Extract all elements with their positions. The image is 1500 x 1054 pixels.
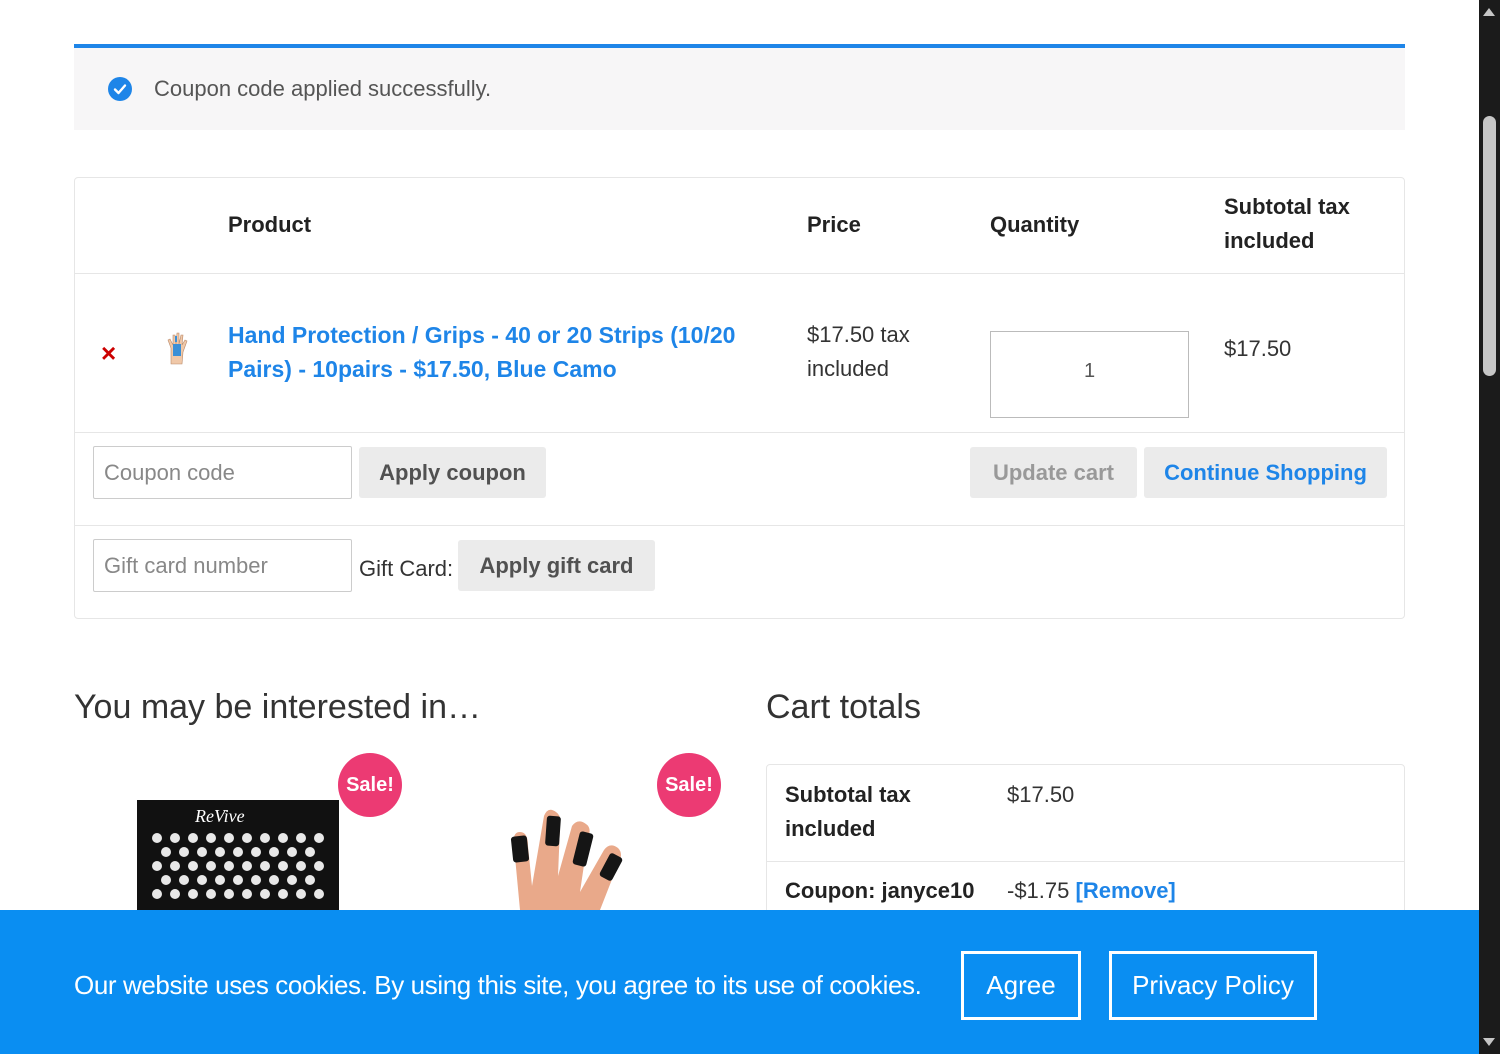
notice-message: Coupon code applied successfully. [154,76,492,101]
cookie-message: Our website uses cookies. By using this … [74,970,922,1000]
totals-subtotal-label: Subtotal tax included [785,782,911,841]
cart-totals-heading: Cart totals [766,688,921,726]
coupon-success-notice: Coupon code applied successfully. [74,44,1405,130]
cart-item-row: × Hand Protection / Grips - 40 or 20 Str… [75,274,1404,433]
totals-coupon-value: -$1.75 [1007,878,1070,903]
header-product: Product [228,212,312,237]
totals-subtotal-value: $17.50 [1007,782,1075,807]
update-cart-button[interactable]: Update cart [970,447,1137,498]
coupon-code-input[interactable]: Coupon code [93,446,352,499]
product-name-link[interactable]: Hand Protection / Grips - 40 or 20 Strip… [228,318,748,386]
gift-card-label: Gift Card: [359,556,454,581]
totals-coupon-label: Coupon: janyce10 [785,878,975,903]
upsell-product-1-image[interactable]: ReVive [133,798,343,910]
page-scrollbar[interactable] [1479,0,1500,1054]
header-price: Price [807,212,861,237]
item-subtotal: $17.50 [1224,336,1292,361]
remove-coupon-link[interactable]: [Remove] [1076,878,1176,903]
cart-table: Product Price Quantity Subtotal tax incl… [74,177,1405,619]
cookie-banner: Our website uses cookies. By using this … [0,910,1479,1054]
privacy-policy-button[interactable]: Privacy Policy [1109,951,1317,1020]
gift-card-row: Gift card number Gift Card: Apply gift c… [75,526,1404,618]
item-price: $17.50 tax included [807,322,910,381]
upsell-heading: You may be interested in… [74,688,481,726]
quantity-input[interactable]: 1 [990,331,1189,418]
cart-table-header: Product Price Quantity Subtotal tax incl… [75,178,1404,274]
sale-badge-2: Sale! [657,753,721,817]
totals-subtotal-row: Subtotal tax included $17.50 [767,765,1404,862]
scrollbar-thumb[interactable] [1483,116,1496,376]
totals-coupon-value-wrap: -$1.75 [Remove] [1007,874,1176,908]
cart-actions: Coupon code Apply coupon Update cart Con… [75,433,1404,526]
continue-shopping-button[interactable]: Continue Shopping [1144,447,1387,498]
upsell-product-1-logo: ReVive [194,806,245,826]
apply-coupon-button[interactable]: Apply coupon [359,447,546,498]
apply-gift-card-button[interactable]: Apply gift card [458,540,655,591]
scroll-down-icon[interactable] [1483,1038,1495,1046]
product-thumbnail[interactable] [163,330,191,366]
cookie-agree-button[interactable]: Agree [961,951,1081,1020]
header-subtotal: Subtotal tax included [1224,194,1350,253]
sale-badge-1: Sale! [338,753,402,817]
remove-item-icon[interactable]: × [101,338,116,369]
check-circle-icon [108,77,132,101]
scroll-up-icon[interactable] [1483,8,1495,16]
header-quantity: Quantity [990,212,1080,237]
gift-card-input[interactable]: Gift card number [93,539,352,592]
upsell-product-2-image[interactable] [500,806,660,910]
